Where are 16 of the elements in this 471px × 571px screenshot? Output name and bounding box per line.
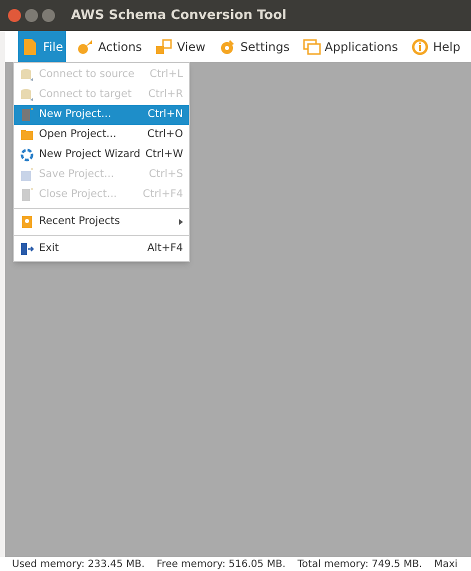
menu-item[interactable]: View <box>152 31 208 62</box>
status-text: Used memory: 233.45 MB. <box>12 558 145 571</box>
menu-item[interactable]: File <box>18 31 66 62</box>
menu-option[interactable]: New Project Wizard Ctrl+W <box>14 145 189 165</box>
window-title: AWS Schema Conversion Tool <box>71 6 286 25</box>
menu-option[interactable]: Recent Projects <box>14 212 189 232</box>
status-text: Maxi <box>434 558 458 571</box>
menu-option[interactable]: New Project... Ctrl+N <box>14 105 189 125</box>
status-text: Free memory: 516.05 MB. <box>156 558 286 571</box>
menu-option[interactable]: Open Project... Ctrl+O <box>14 125 189 145</box>
menu-item[interactable]: Settings <box>215 31 293 62</box>
menu-option[interactable]: Exit Alt+F4 <box>14 239 189 259</box>
status-text: Total memory: 749.5 MB. <box>298 558 422 571</box>
menu-item[interactable]: Applications <box>300 31 401 62</box>
menu-item[interactable]: Actions <box>73 31 145 62</box>
menu-item[interactable]: Help <box>408 31 464 62</box>
